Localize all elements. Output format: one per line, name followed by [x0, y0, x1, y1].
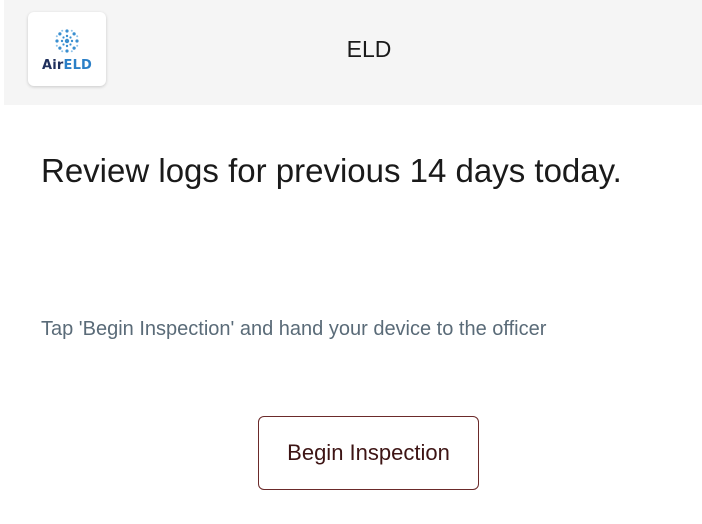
- instruction-text: Tap 'Begin Inspection' and hand your dev…: [41, 318, 547, 340]
- app-header: AirELD ELD: [4, 0, 702, 105]
- airelD-logo: AirELD: [28, 12, 106, 86]
- logo-wordmark: AirELD: [42, 59, 92, 72]
- snowflake-icon: [55, 28, 79, 53]
- logo-text-air: Air: [41, 57, 64, 73]
- begin-inspection-button[interactable]: Begin Inspection: [258, 416, 479, 490]
- page-headline: Review logs for previous 14 days today.: [41, 152, 622, 189]
- header-title: ELD: [346, 36, 392, 62]
- logo-text-eld: ELD: [63, 57, 93, 73]
